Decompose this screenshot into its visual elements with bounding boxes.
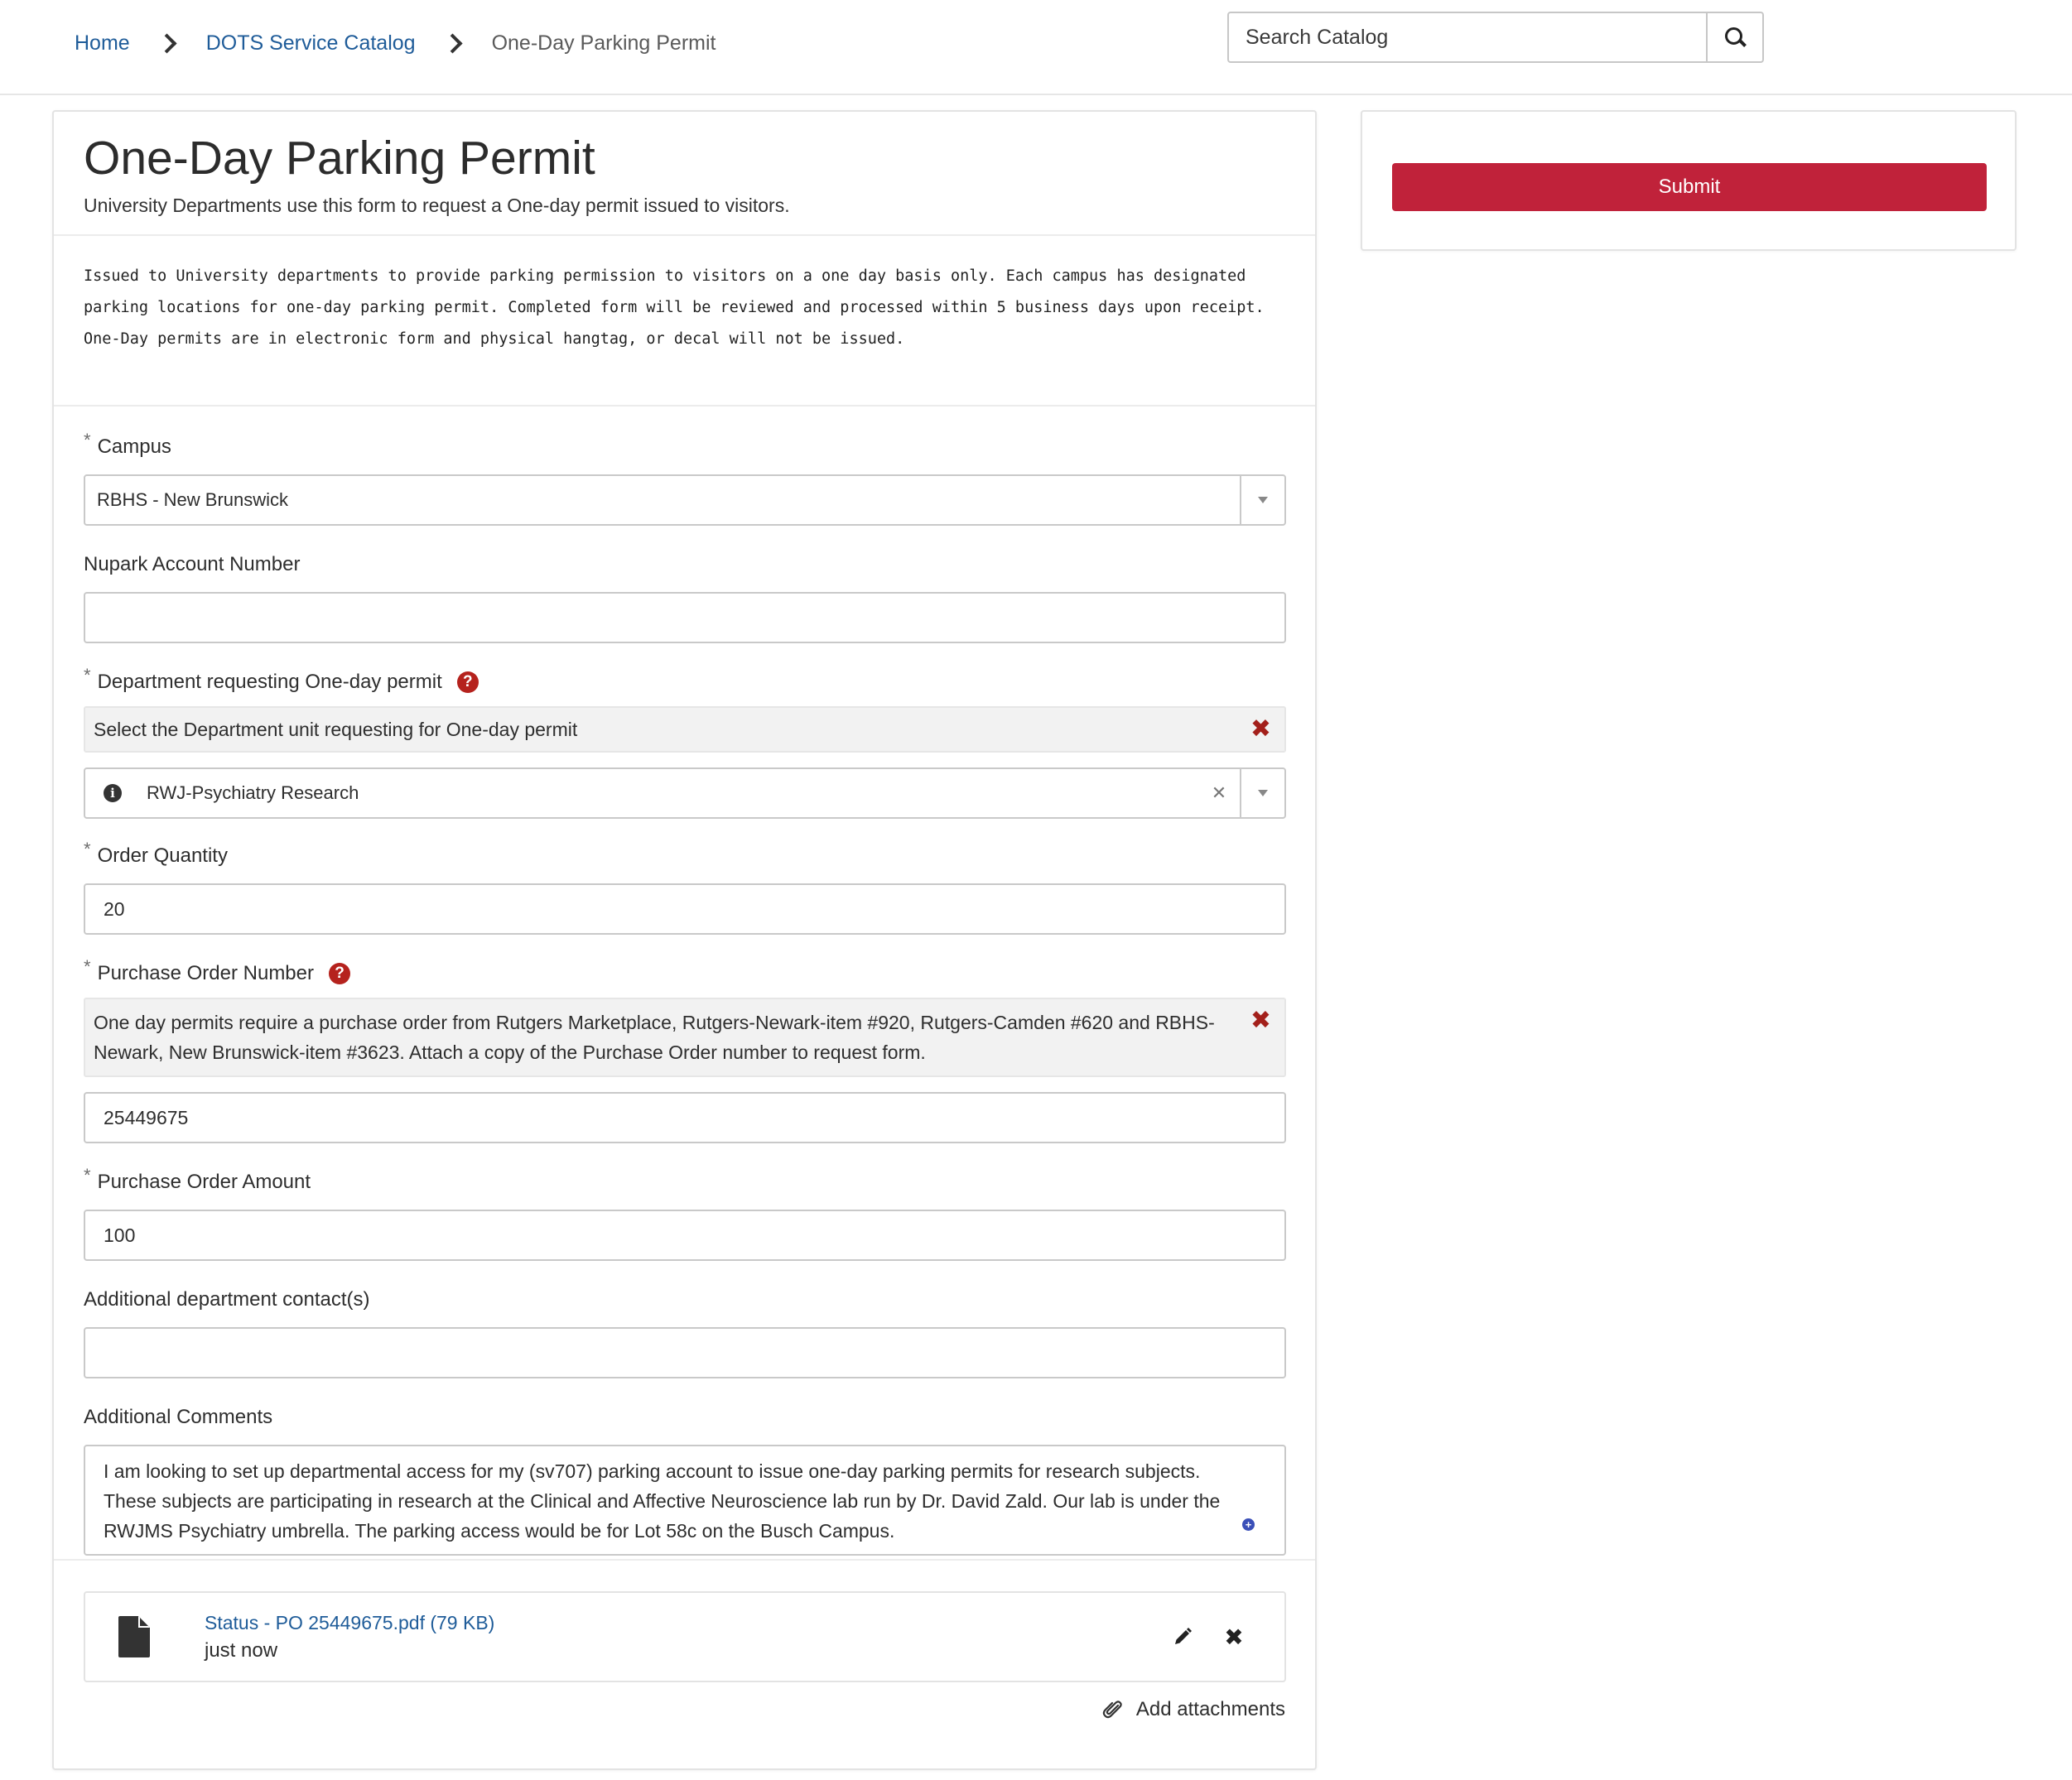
- po-amount-field: * Purchase Order Amount 100: [84, 1165, 1286, 1261]
- question-circle-icon[interactable]: ?: [456, 671, 479, 693]
- department-dropdown-toggle[interactable]: [1240, 769, 1284, 817]
- department-label: Department requesting One-day permit: [97, 671, 442, 693]
- campus-value: RBHS - New Brunswick: [97, 489, 289, 510]
- form-description: Issued to University departments to prov…: [54, 236, 1315, 407]
- breadcrumb-catalog[interactable]: DOTS Service Catalog: [206, 31, 416, 55]
- required-asterisk: *: [84, 665, 91, 686]
- paperclip-icon: [1101, 1698, 1125, 1721]
- chevron-right-icon: [160, 35, 176, 51]
- department-hint: Select the Department unit requesting fo…: [84, 706, 1286, 753]
- quantity-label: Order Quantity: [97, 844, 228, 867]
- department-field: * Department requesting One-day permit? S…: [84, 665, 1286, 819]
- top-bar: Home DOTS Service Catalog One-Day Parkin…: [0, 0, 2072, 95]
- submit-card: Submit: [1361, 110, 2017, 251]
- form-header: One-Day Parking Permit University Depart…: [54, 112, 1315, 236]
- page-subtitle: University Departments use this form to …: [84, 195, 790, 217]
- search-input[interactable]: [1229, 13, 1706, 61]
- quantity-field: * Order Quantity 20: [84, 839, 1286, 935]
- required-asterisk: *: [84, 839, 91, 859]
- pencil-icon[interactable]: [1170, 1624, 1195, 1649]
- required-asterisk: *: [84, 956, 91, 977]
- breadcrumb: Home DOTS Service Catalog One-Day Parkin…: [75, 25, 716, 61]
- department-select[interactable]: i RWJ-Psychiatry Research ✕: [84, 767, 1286, 819]
- caret-down-icon: [1258, 790, 1268, 796]
- comments-textarea[interactable]: I am looking to set up departmental acce…: [84, 1445, 1286, 1556]
- question-circle-icon[interactable]: ?: [329, 963, 350, 984]
- po-number-field: * Purchase Order Number? One day permits …: [84, 956, 1286, 1143]
- po-number-input[interactable]: 25449675: [84, 1092, 1286, 1143]
- chevron-right-icon: [446, 35, 462, 51]
- add-attachments-button[interactable]: Add attachments: [1101, 1698, 1285, 1721]
- quantity-input[interactable]: 20: [84, 883, 1286, 935]
- breadcrumb-current: One-Day Parking Permit: [491, 31, 716, 55]
- campus-field: * Campus RBHS - New Brunswick: [84, 430, 1286, 526]
- file-icon: [118, 1616, 150, 1657]
- required-asterisk: *: [84, 430, 91, 450]
- divider: [54, 1559, 1315, 1561]
- contacts-input[interactable]: [84, 1327, 1286, 1378]
- po-amount-input[interactable]: 100: [84, 1210, 1286, 1261]
- campus-label: Campus: [97, 435, 171, 458]
- department-hint-text: Select the Department unit requesting fo…: [94, 719, 578, 740]
- info-circle-icon: i: [104, 784, 122, 802]
- search-box: [1227, 12, 1764, 63]
- form-card: One-Day Parking Permit University Depart…: [52, 110, 1317, 1770]
- add-attachments-label: Add attachments: [1135, 1698, 1285, 1720]
- breadcrumb-home[interactable]: Home: [75, 31, 130, 55]
- campus-dropdown-toggle[interactable]: [1240, 476, 1284, 524]
- page-title: One-Day Parking Permit: [84, 132, 595, 185]
- po-number-hint: One day permits require a purchase order…: [84, 998, 1286, 1077]
- comments-label: Additional Comments: [84, 1406, 273, 1428]
- search-icon: [1725, 27, 1745, 47]
- form-fields: * Campus RBHS - New Brunswick Nupark Acco…: [84, 430, 1286, 1580]
- submit-button[interactable]: Submit: [1392, 163, 1987, 211]
- contacts-field: Additional department contact(s): [84, 1286, 1286, 1378]
- expand-icon[interactable]: +: [1242, 1518, 1255, 1531]
- campus-select[interactable]: RBHS - New Brunswick: [84, 474, 1286, 526]
- po-number-hint-text: One day permits require a purchase order…: [94, 1012, 1215, 1063]
- caret-down-icon: [1258, 497, 1268, 503]
- search-button[interactable]: [1706, 13, 1762, 61]
- close-hint-icon[interactable]: ✖: [1250, 1008, 1271, 1034]
- required-asterisk: *: [84, 1165, 91, 1186]
- close-hint-icon[interactable]: ✖: [1250, 716, 1271, 743]
- attachment-link[interactable]: Status - PO 25449675.pdf (79 KB): [205, 1612, 494, 1634]
- comments-value: I am looking to set up departmental acce…: [104, 1460, 1221, 1542]
- nupark-input[interactable]: [84, 592, 1286, 643]
- comments-field: Additional Comments I am looking to set …: [84, 1403, 1286, 1556]
- contacts-label: Additional department contact(s): [84, 1288, 370, 1311]
- po-amount-label: Purchase Order Amount: [97, 1171, 311, 1193]
- clear-selection-icon[interactable]: ✕: [1198, 769, 1240, 817]
- attachment-item: Status - PO 25449675.pdf (79 KB) just no…: [84, 1591, 1286, 1682]
- remove-attachment-icon[interactable]: ✖: [1222, 1624, 1246, 1650]
- nupark-label: Nupark Account Number: [84, 553, 301, 575]
- attachment-time: just now: [205, 1638, 278, 1662]
- department-value: RWJ-Psychiatry Research: [147, 782, 359, 803]
- nupark-field: Nupark Account Number: [84, 551, 1286, 643]
- po-number-label: Purchase Order Number: [97, 962, 314, 984]
